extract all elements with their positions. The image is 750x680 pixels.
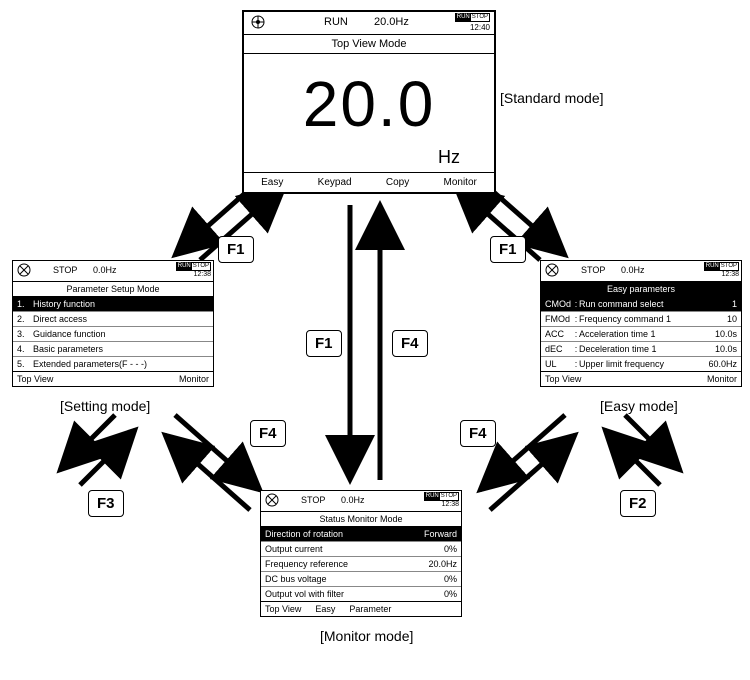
screen-title: Status Monitor Mode xyxy=(261,512,461,527)
screen-title: Top View Mode xyxy=(244,35,494,54)
fkey-label: F1 xyxy=(218,236,254,263)
fkey-label: F4 xyxy=(460,420,496,447)
screen-easy-mode: STOP 0.0Hz RUNSTOP 12:38 Easy parameters… xyxy=(540,260,742,387)
softkey[interactable]: Top View xyxy=(17,374,53,384)
softkey-bar: Easy Keypad Copy Monitor xyxy=(244,172,494,191)
caption-monitor: [Monitor mode] xyxy=(320,628,413,644)
list-item[interactable]: 3.Guidance function xyxy=(13,327,213,342)
clock: 12:38 xyxy=(721,271,739,278)
softkey[interactable]: Keypad xyxy=(318,177,352,188)
softkey[interactable]: Easy xyxy=(315,604,335,614)
run-stop-badge: RUNSTOP xyxy=(455,13,490,22)
clock: 12:38 xyxy=(441,501,459,508)
status-text: STOP xyxy=(301,495,325,505)
list-item[interactable]: Output vol with filter0% xyxy=(261,587,461,601)
softkey[interactable]: Top View xyxy=(265,604,301,614)
fkey-label: F1 xyxy=(306,330,342,357)
run-stop-badge: RUNSTOP xyxy=(424,492,459,501)
fkey-label: F1 xyxy=(490,236,526,263)
list-item[interactable]: UL:Upper limit frequency60.0Hz xyxy=(541,357,741,371)
screen-title: Parameter Setup Mode xyxy=(13,282,213,297)
frequency-value: 20.0 xyxy=(244,54,494,154)
caption-easy: [Easy mode] xyxy=(600,398,678,414)
screen-top-view: RUN 20.0Hz RUNSTOP 12:40 Top View Mode 2… xyxy=(242,10,496,194)
fkey-label: F4 xyxy=(250,420,286,447)
run-stop-badge: RUNSTOP xyxy=(176,262,211,271)
list-item[interactable]: CMOd:Run command select1 xyxy=(541,297,741,312)
list-item[interactable]: Frequency reference20.0Hz xyxy=(261,557,461,572)
status-text: RUN xyxy=(324,16,348,28)
clock: 12:40 xyxy=(470,23,490,32)
output-hz: 0.0Hz xyxy=(341,495,365,505)
screen-title: Easy parameters xyxy=(541,282,741,297)
header: RUN 20.0Hz RUNSTOP 12:40 xyxy=(244,12,494,35)
list-item[interactable]: ACC:Acceleration time 110.0s xyxy=(541,327,741,342)
softkey[interactable]: Monitor xyxy=(444,177,477,188)
list-item[interactable]: 5.Extended parameters(F - - -) xyxy=(13,357,213,371)
motor-icon xyxy=(250,14,266,33)
list-item[interactable]: FMOd:Frequency command 110 xyxy=(541,312,741,327)
list-item[interactable]: 2.Direct access xyxy=(13,312,213,327)
stop-icon xyxy=(545,263,559,279)
frequency-unit: Hz xyxy=(438,147,460,168)
output-hz: 0.0Hz xyxy=(621,265,645,275)
list-item[interactable]: dEC:Deceleration time 110.0s xyxy=(541,342,741,357)
softkey[interactable]: Parameter xyxy=(349,604,391,614)
screen-setting-mode: STOP 0.0Hz RUNSTOP 12:38 Parameter Setup… xyxy=(12,260,214,387)
main-readout: 20.0 Hz xyxy=(244,54,494,172)
status-text: STOP xyxy=(581,265,605,275)
fkey-label: F4 xyxy=(392,330,428,357)
output-hz: 0.0Hz xyxy=(93,265,117,275)
list-item[interactable]: Direction of rotationForward xyxy=(261,527,461,542)
stop-icon xyxy=(17,263,31,279)
softkey[interactable]: Easy xyxy=(261,177,283,188)
list-item[interactable]: DC bus voltage0% xyxy=(261,572,461,587)
status-text: STOP xyxy=(53,265,77,275)
fkey-label: F3 xyxy=(88,490,124,517)
softkey[interactable]: Copy xyxy=(386,177,409,188)
output-hz: 20.0Hz xyxy=(374,16,409,28)
fkey-label: F2 xyxy=(620,490,656,517)
softkey[interactable]: Monitor xyxy=(707,374,737,384)
screen-monitor-mode: STOP 0.0Hz RUNSTOP 12:38 Status Monitor … xyxy=(260,490,462,617)
list-item[interactable]: 1.History function xyxy=(13,297,213,312)
caption-setting: [Setting mode] xyxy=(60,398,150,414)
caption-standard: [Standard mode] xyxy=(500,90,604,106)
list-item[interactable]: Output current0% xyxy=(261,542,461,557)
softkey[interactable]: Top View xyxy=(545,374,581,384)
list-item[interactable]: 4.Basic parameters xyxy=(13,342,213,357)
run-stop-badge: RUNSTOP xyxy=(704,262,739,271)
softkey[interactable]: Monitor xyxy=(179,374,209,384)
stop-icon xyxy=(265,493,279,509)
clock: 12:38 xyxy=(193,271,211,278)
